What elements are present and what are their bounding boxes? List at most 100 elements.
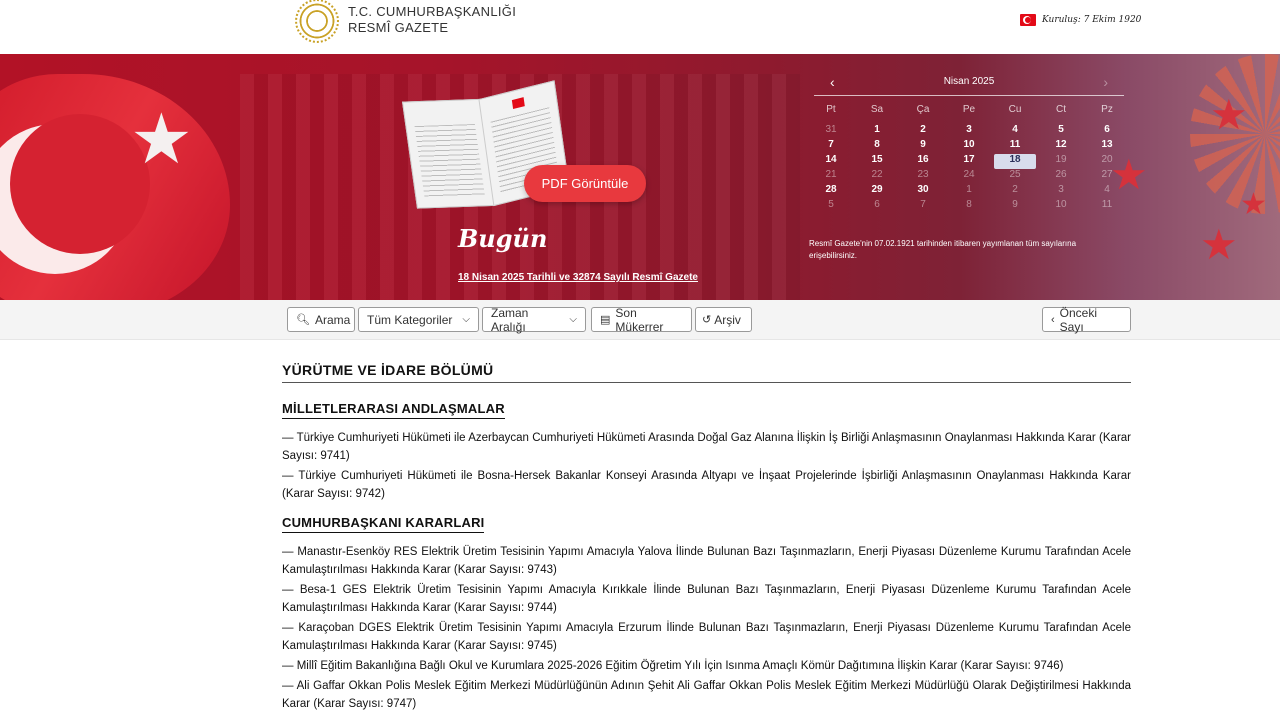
calendar-day[interactable]: 1 [854, 124, 900, 139]
chevron-down-icon: ⌵ [569, 314, 577, 325]
list-item[interactable]: — Ali Gaffar Okkan Polis Meslek Eğitim M… [282, 677, 1131, 713]
calendar-day: 31 [825, 124, 837, 135]
calendar-day[interactable]: 29 [854, 184, 900, 199]
turkish-flag-icon [1020, 14, 1036, 26]
calendar-widget: ‹ Nisan 2025 › Pt Sa Ça Pe Cu Ct Pz 31 1 2 3 4 5 6 7 8 9… [808, 68, 1130, 228]
calendar-day[interactable]: 6 [1084, 124, 1130, 139]
categories-select-label: Tüm Kategoriler [367, 312, 453, 327]
calendar-day: 8 [966, 199, 972, 210]
toolbar: 🔍︎ Arama Tüm Kategoriler ⌵ Zaman Aralığı… [0, 300, 1280, 340]
archive-button-label: Arşiv [714, 312, 741, 327]
calendar-day[interactable]: 4 [992, 124, 1038, 139]
calendar-day: 3 [1058, 184, 1064, 195]
calendar-day: 11 [1101, 199, 1113, 210]
gazette-contents: YÜRÜTME VE İDARE BÖLÜMÜ MİLLETLERARASI A… [282, 362, 1131, 713]
archive-button[interactable]: ↺ Arşiv [695, 307, 752, 332]
calendar-day[interactable]: 17 [946, 154, 992, 169]
calendar-grid: Pt Sa Ça Pe Cu Ct Pz 31 1 2 3 4 5 6 7 8 9 10 11 12 13 14 15 16 1… [808, 104, 1130, 214]
calendar-day: 7 [920, 199, 926, 210]
previous-issue-button-label: Önceki Sayı [1059, 305, 1098, 334]
today-gazette-link[interactable]: 18 Nisan 2025 Tarihli ve 32874 Sayılı Re… [458, 272, 698, 283]
logo-line-1: T.C. CUMHURBAŞKANLIĞI [348, 4, 517, 19]
calendar-day: 9 [1012, 199, 1018, 210]
last-repeat-button[interactable]: ▤ Son Mükerrer [591, 305, 692, 334]
list-item[interactable]: — Millî Eğitim Bakanlığına Bağlı Okul ve… [282, 657, 1131, 675]
calendar-day[interactable]: 14 [808, 154, 854, 169]
calendar-weekday: Pt [826, 104, 836, 115]
content-group-treaties: MİLLETLERARASI ANDLAŞMALAR — Türkiye Cum… [282, 383, 1131, 503]
calendar-day: 27 [1101, 169, 1113, 180]
calendar-day: 6 [874, 199, 880, 210]
calendar-day[interactable]: 13 [1084, 139, 1130, 154]
calendar-day[interactable]: 30 [900, 184, 946, 199]
calendar-weekday: Pe [962, 104, 976, 115]
calendar-weekday: Ct [1056, 104, 1066, 115]
search-button[interactable]: 🔍︎ Arama [287, 307, 355, 332]
date-range-select[interactable]: Zaman Aralığı ⌵ [482, 305, 586, 334]
calendar-day[interactable]: 8 [854, 139, 900, 154]
decor-star-icon: ★ [1210, 91, 1248, 138]
content-group-presidential-decisions: CUMHURBAŞKANI KARARLARI — Manastır-Esenk… [282, 503, 1131, 713]
hero-banner: ★ ★ ★ ★ ★ PDF Görüntüle Bugün 18 Nisan 2… [0, 54, 1280, 300]
calendar-weekday: Sa [870, 104, 884, 115]
last-repeat-button-label: Son Mükerrer [615, 305, 664, 334]
calendar-day: 21 [825, 169, 837, 180]
calendar-day[interactable]: 5 [1038, 124, 1084, 139]
site-logo-text[interactable]: T.C. CUMHURBAŞKANLIĞI RESMÎ GAZETE [348, 4, 516, 36]
decor-star-icon: ★ [1240, 188, 1267, 221]
calendar-weekday: Ça [916, 104, 930, 115]
calendar-day[interactable]: 16 [900, 154, 946, 169]
calendar-weekday: Cu [1008, 104, 1022, 115]
list-item[interactable]: — Karaçoban DGES Elektrik Üretim Tesisin… [282, 619, 1131, 655]
calendar-day[interactable]: 15 [854, 154, 900, 169]
founding-text: Kuruluş: 7 Ekim 1920 [1042, 15, 1142, 25]
section-title: YÜRÜTME VE İDARE BÖLÜMÜ [282, 362, 1131, 383]
calendar-day: 24 [963, 169, 975, 180]
calendar-day: 20 [1101, 154, 1113, 165]
list-item[interactable]: — Türkiye Cumhuriyeti Hükümeti ile Azerb… [282, 429, 1131, 465]
pdf-view-button[interactable]: PDF Görüntüle [524, 165, 646, 202]
calendar-day[interactable]: 7 [808, 139, 854, 154]
calendar-day[interactable]: 3 [946, 124, 992, 139]
calendar-day: 25 [1009, 169, 1021, 180]
calendar-day: 10 [1055, 199, 1067, 210]
calendar-day[interactable]: 18 [994, 154, 1036, 169]
calendar-day: 19 [1055, 154, 1067, 165]
list-item[interactable]: — Besa-1 GES Elektrik Üretim Tesisinin Y… [282, 581, 1131, 617]
calendar-day[interactable]: 9 [900, 139, 946, 154]
founding-badge: Kuruluş: 7 Ekim 1920 [1020, 14, 1141, 26]
calendar-day: 22 [871, 169, 883, 180]
date-range-select-label: Zaman Aralığı [491, 305, 529, 334]
list-item[interactable]: — Türkiye Cumhuriyeti Hükümeti ile Bosna… [282, 467, 1131, 503]
logo-line-2: RESMÎ GAZETE [348, 20, 449, 35]
flag-crescent-cut [10, 114, 150, 254]
calendar-day[interactable]: 2 [900, 124, 946, 139]
chevron-left-icon: ‹ [1051, 313, 1055, 326]
calendar-header: ‹ Nisan 2025 › [814, 68, 1124, 96]
calendar-next-button[interactable]: › [1103, 74, 1108, 90]
chevron-down-icon: ⌵ [462, 314, 470, 325]
group-title: MİLLETLERARASI ANDLAŞMALAR [282, 401, 505, 419]
calendar-weekday: Pz [1101, 104, 1113, 115]
calendar-day: 23 [917, 169, 929, 180]
flag-star-icon: ★ [130, 100, 193, 178]
calendar-day[interactable]: 28 [808, 184, 854, 199]
calendar-day: 26 [1055, 169, 1067, 180]
previous-issue-button[interactable]: ‹ Önceki Sayı [1042, 305, 1131, 334]
calendar-day: 4 [1104, 184, 1110, 195]
calendar-day[interactable]: 12 [1038, 139, 1084, 154]
calendar-month-title[interactable]: Nisan 2025 [814, 76, 1124, 87]
group-title: CUMHURBAŞKANI KARARLARI [282, 515, 485, 533]
document-icon: ▤ [600, 314, 611, 326]
presidential-seal-icon[interactable] [296, 0, 338, 42]
list-item[interactable]: — Manastır-Esenköy RES Elektrik Üretim T… [282, 543, 1131, 579]
calendar-note: Resmî Gazete'nin 07.02.1921 tarihinden i… [809, 239, 1077, 260]
calendar-day[interactable]: 11 [992, 139, 1038, 154]
calendar-day: 5 [828, 199, 834, 210]
today-heading: Bugün [458, 224, 548, 253]
history-icon: ↺ [702, 314, 712, 326]
calendar-day[interactable]: 10 [946, 139, 992, 154]
calendar-day: 2 [1012, 184, 1018, 195]
decor-star-icon: ★ [1200, 221, 1238, 268]
categories-select[interactable]: Tüm Kategoriler ⌵ [358, 307, 479, 332]
